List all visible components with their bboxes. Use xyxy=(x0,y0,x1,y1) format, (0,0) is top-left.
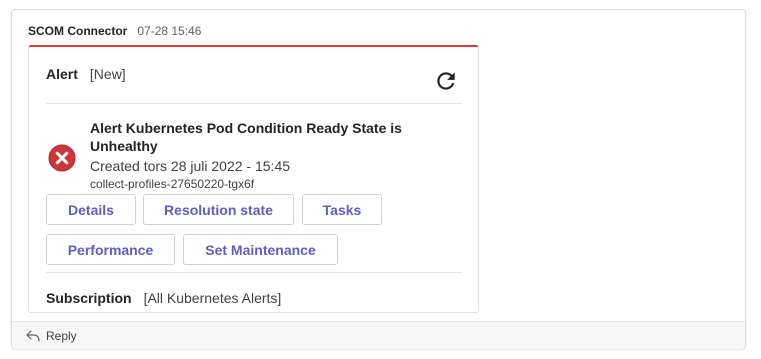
refresh-icon[interactable] xyxy=(433,68,459,94)
card-divider xyxy=(46,103,462,104)
subscription-row: Subscription [All Kubernetes Alerts] xyxy=(46,290,281,306)
alert-state: [New] xyxy=(89,66,126,82)
alert-title: Alert Kubernetes Pod Condition Ready Sta… xyxy=(90,120,402,154)
reply-label: Reply xyxy=(46,328,77,343)
error-icon xyxy=(48,144,76,172)
card-divider xyxy=(46,272,462,273)
alert-label: Alert xyxy=(46,66,78,82)
alert-card: Alert [New] Alert Kubernetes Pod Conditi… xyxy=(28,45,479,313)
set-maintenance-button[interactable]: Set Maintenance xyxy=(183,234,338,265)
message-container: SCOM Connector 07-28 15:46 Alert [New] A… xyxy=(11,9,746,349)
subscription-value: [All Kubernetes Alerts] xyxy=(143,290,282,306)
tasks-button[interactable]: Tasks xyxy=(302,194,382,225)
details-button[interactable]: Details xyxy=(46,194,136,225)
message-timestamp: 07-28 15:46 xyxy=(137,24,202,38)
alert-status-row: Alert [New] xyxy=(46,66,126,82)
subscription-label: Subscription xyxy=(46,290,132,306)
sender-name: SCOM Connector xyxy=(28,24,128,38)
resolution-state-button[interactable]: Resolution state xyxy=(143,194,294,225)
performance-button[interactable]: Performance xyxy=(46,234,175,265)
reply-button[interactable]: Reply xyxy=(12,321,745,349)
reply-icon xyxy=(26,329,40,342)
alert-created: Created tors 28 juli 2022 - 15:45 xyxy=(90,158,291,174)
message-header: SCOM Connector 07-28 15:46 xyxy=(28,23,201,39)
alert-source: collect-profiles-27650220-tgx6f xyxy=(90,177,255,191)
